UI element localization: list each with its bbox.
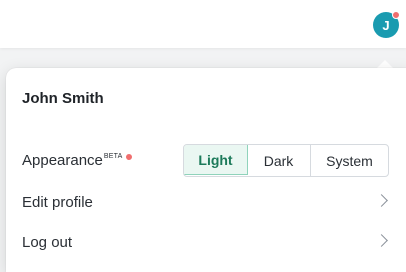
appearance-light-button[interactable]: Light bbox=[184, 145, 248, 175]
new-dot-icon bbox=[126, 154, 133, 160]
appearance-dark-button[interactable]: Dark bbox=[247, 145, 311, 176]
appearance-toggle: Light Dark System bbox=[183, 144, 389, 177]
menu-caret bbox=[377, 60, 393, 68]
beta-badge: BETA bbox=[103, 152, 123, 160]
user-menu: John Smith Appearance BETA Light Dark Sy… bbox=[6, 68, 406, 272]
user-avatar[interactable]: J bbox=[373, 11, 400, 38]
chevron-right-icon bbox=[375, 194, 388, 207]
log-out-label: Log out bbox=[22, 233, 73, 251]
appearance-label: Appearance bbox=[22, 151, 103, 169]
user-name: John Smith bbox=[22, 90, 104, 107]
top-bar: J bbox=[0, 0, 406, 48]
appearance-row: Appearance BETA Light Dark System bbox=[6, 140, 406, 180]
avatar-initial: J bbox=[382, 17, 390, 33]
chevron-right-icon bbox=[375, 234, 388, 247]
edit-profile-label: Edit profile bbox=[22, 193, 93, 211]
notification-dot-icon bbox=[392, 11, 400, 19]
appearance-system-button[interactable]: System bbox=[311, 145, 388, 176]
menu-item-log-out[interactable]: Log out bbox=[6, 222, 406, 262]
menu-item-edit-profile[interactable]: Edit profile bbox=[6, 182, 406, 222]
